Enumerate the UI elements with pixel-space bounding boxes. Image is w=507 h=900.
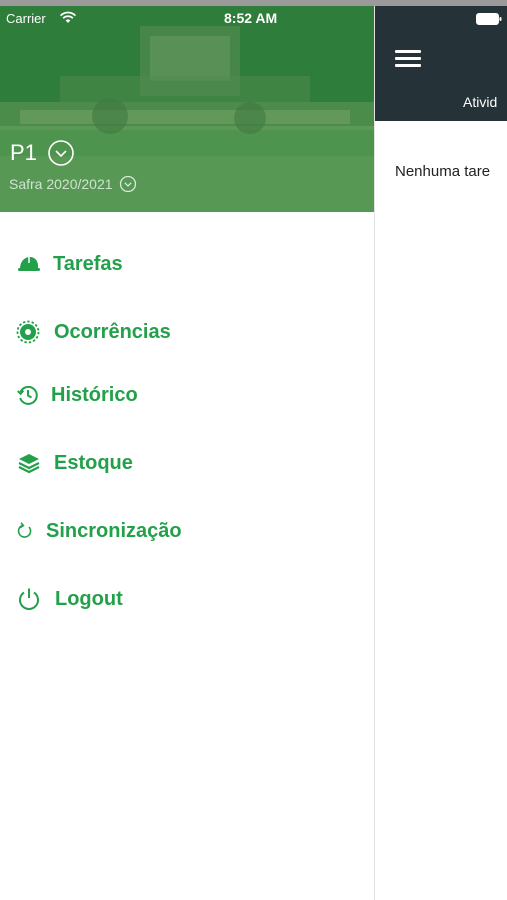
menu-item-label: Ocorrências [54,320,171,343]
layers-icon [16,450,42,476]
battery-icon [476,13,502,25]
navigation-drawer: Carrier 8:52 AM P1 Safra 2020/2021 Taref… [0,6,375,900]
main-content: Ativid Nenhuma tare [375,6,507,900]
status-time: 8:52 AM [224,10,278,26]
chevron-down-circle-icon[interactable] [119,175,137,193]
profile-selector[interactable]: P1 [10,139,75,167]
menu-item-label: Tarefas [53,252,123,275]
menu-item-label: Estoque [54,451,133,474]
sync-icon [12,518,38,544]
profile-name: P1 [10,140,37,165]
menu-item-historico[interactable]: Histórico [0,373,374,417]
helmet-icon [16,251,42,277]
tab-atividades[interactable]: Ativid [463,94,497,110]
drawer-header: Carrier 8:52 AM P1 Safra 2020/2021 [0,6,374,212]
app-bar: Ativid [375,6,507,121]
empty-state-message: Nenhuma tare [395,163,491,180]
menu-item-sincronizacao[interactable]: Sincronização [0,509,374,553]
menu-item-label: Logout [55,587,123,610]
hamburger-menu-icon[interactable] [393,47,423,71]
chevron-down-circle-icon[interactable] [47,139,75,167]
history-icon [15,382,41,408]
wifi-icon [59,11,77,23]
menu-item-tarefas[interactable]: Tarefas [0,242,374,286]
menu-item-logout[interactable]: Logout [0,577,374,621]
power-icon [16,586,42,612]
bug-icon [15,319,41,345]
season-selector[interactable]: Safra 2020/2021 [9,175,137,193]
menu-item-estoque[interactable]: Estoque [0,441,374,485]
menu-item-label: Sincronização [46,519,182,542]
season-label: Safra 2020/2021 [9,176,113,192]
carrier-label: Carrier [6,11,46,26]
menu-item-ocorrencias[interactable]: Ocorrências [0,310,374,354]
menu-item-label: Histórico [51,383,138,406]
status-bar: Carrier 8:52 AM [0,6,374,32]
